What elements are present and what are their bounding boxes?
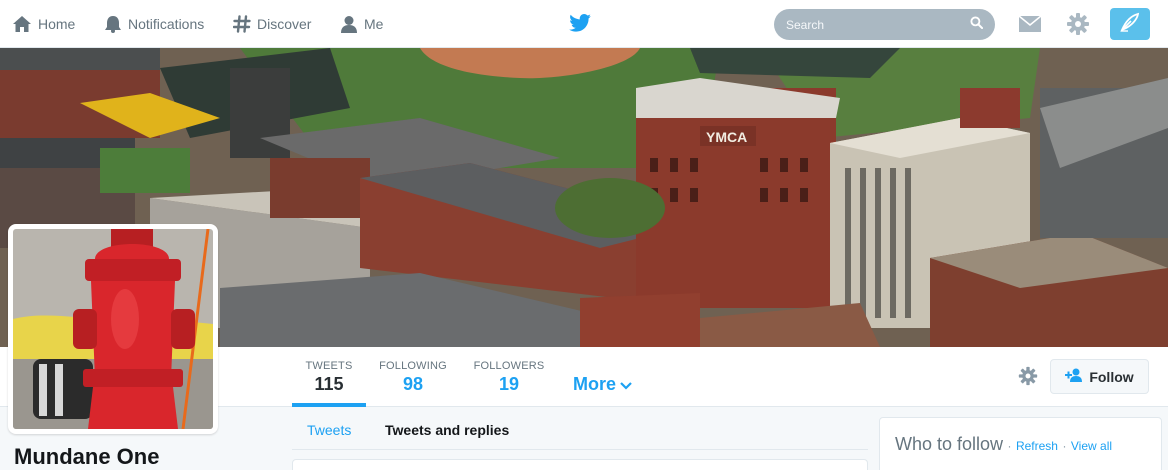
stat-tweets-value: 115 bbox=[314, 374, 344, 394]
separator-dot: · bbox=[1007, 439, 1012, 453]
compose-tweet-button[interactable] bbox=[1110, 8, 1150, 40]
stat-following[interactable]: FOLLOWING 98 bbox=[376, 360, 450, 395]
who-to-follow-module: Who to follow · Refresh · View all bbox=[879, 417, 1162, 470]
nav-notifications-label: Notifications bbox=[128, 16, 205, 32]
timeline-stream bbox=[292, 459, 868, 470]
nav-home-label: Home bbox=[38, 16, 76, 32]
profile-gear-icon[interactable] bbox=[1018, 366, 1038, 391]
stat-followers-value: 19 bbox=[498, 374, 520, 394]
tab-tweets[interactable]: Tweets bbox=[307, 422, 351, 438]
stat-following-label: FOLLOWING bbox=[379, 360, 447, 372]
more-dropdown[interactable]: More bbox=[573, 374, 632, 395]
avatar[interactable] bbox=[8, 224, 218, 434]
chevron-down-icon bbox=[620, 374, 632, 395]
nav-discover[interactable]: Discover bbox=[233, 0, 311, 48]
top-navigation-bar: Home Notifications Discover Me bbox=[0, 0, 1168, 48]
ymca-sign-text: YMCA bbox=[706, 129, 747, 145]
who-to-follow-title: Who to follow bbox=[895, 434, 1004, 454]
user-icon bbox=[340, 15, 358, 33]
nav-discover-label: Discover bbox=[257, 16, 312, 32]
follow-label: Follow bbox=[1089, 368, 1134, 385]
nav-home[interactable]: Home bbox=[12, 0, 75, 48]
stat-following-value: 98 bbox=[402, 374, 424, 394]
nav-notifications[interactable]: Notifications bbox=[104, 0, 204, 48]
add-user-icon bbox=[1065, 368, 1083, 385]
view-all-link[interactable]: View all bbox=[1071, 439, 1112, 453]
search-input[interactable] bbox=[786, 17, 966, 32]
stat-tweets[interactable]: TWEETS 115 bbox=[292, 360, 366, 407]
twitter-bird-icon[interactable] bbox=[569, 14, 591, 37]
home-icon bbox=[12, 15, 32, 33]
stat-tweets-label: TWEETS bbox=[305, 360, 353, 372]
stat-followers-label: FOLLOWERS bbox=[473, 360, 545, 372]
hashtag-icon bbox=[233, 15, 251, 33]
search-icon[interactable] bbox=[970, 15, 984, 34]
follow-button[interactable]: Follow bbox=[1050, 359, 1149, 394]
bell-icon bbox=[104, 15, 122, 33]
envelope-icon[interactable] bbox=[1018, 12, 1042, 41]
gear-icon[interactable] bbox=[1066, 12, 1090, 41]
timeline-tabs: Tweets Tweets and replies bbox=[292, 407, 868, 450]
nav-me[interactable]: Me bbox=[340, 0, 383, 48]
stat-followers[interactable]: FOLLOWERS 19 bbox=[472, 360, 546, 395]
more-label: More bbox=[573, 374, 617, 394]
tab-tweets-and-replies[interactable]: Tweets and replies bbox=[385, 422, 509, 438]
refresh-link[interactable]: Refresh bbox=[1016, 439, 1058, 453]
separator-dot: · bbox=[1062, 439, 1067, 453]
profile-name: Mundane One bbox=[14, 444, 160, 469]
nav-me-label: Me bbox=[364, 16, 384, 32]
search-box[interactable] bbox=[774, 9, 995, 40]
compose-quill-icon bbox=[1119, 11, 1141, 38]
